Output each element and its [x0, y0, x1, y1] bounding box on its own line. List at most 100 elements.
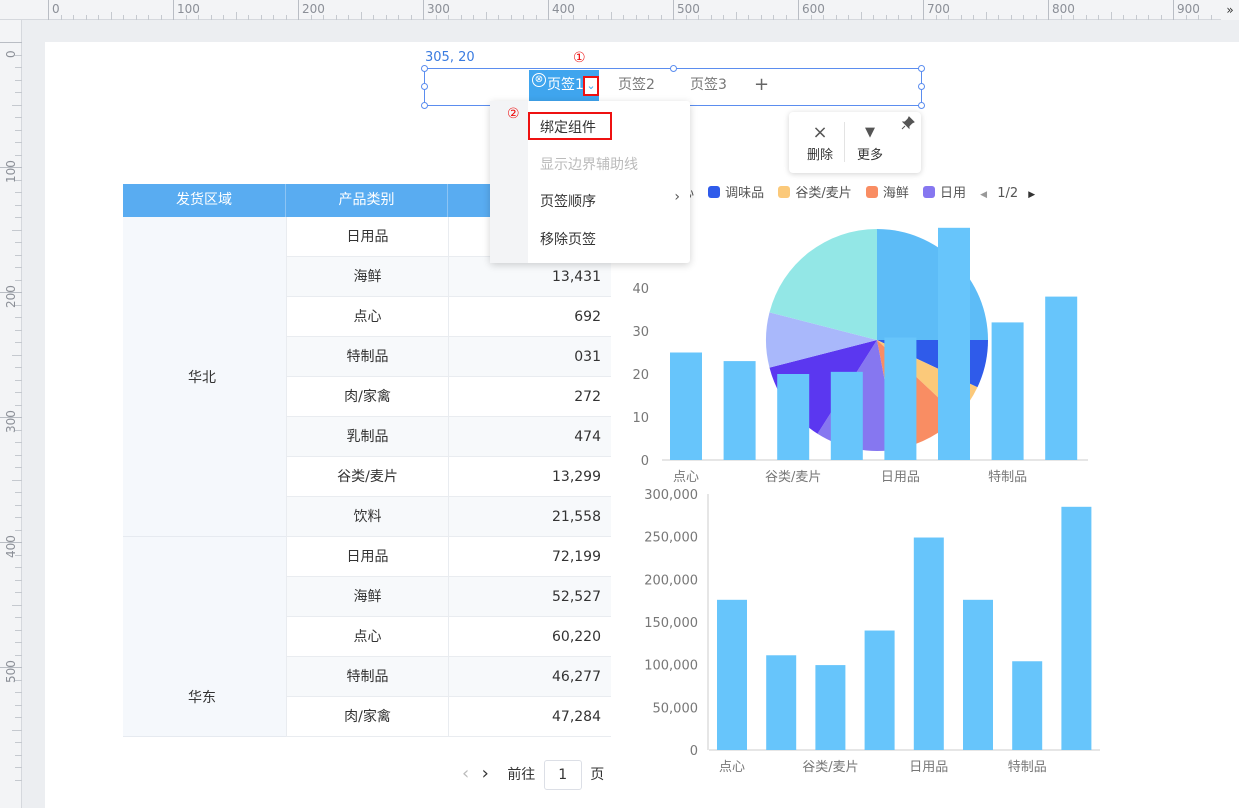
category-cell[interactable]: 谷类/麦片 — [286, 457, 448, 497]
category-cell[interactable]: 日用品 — [286, 537, 448, 577]
value-cell[interactable]: 13,431 — [448, 257, 611, 297]
callout-2: ② — [507, 106, 520, 122]
value-cell[interactable]: 13,299 — [448, 457, 611, 497]
value-cell[interactable]: 52,527 — [448, 577, 611, 617]
x-tick-label: 谷类/麦片 — [765, 470, 821, 485]
bar — [864, 630, 895, 750]
legend-item-3[interactable]: 海鲜 — [865, 182, 909, 201]
close-icon: × — [812, 122, 828, 143]
value-cell[interactable]: 031 — [448, 337, 611, 377]
chart-legend: 点心 调味品 谷类/麦片 海鲜 日用 ◀ 1/2 ▶ — [668, 182, 1035, 201]
prev-page-icon[interactable]: ‹ — [462, 763, 469, 784]
value-cell[interactable]: 47,284 — [448, 697, 611, 737]
page-suffix: 页 — [590, 767, 605, 783]
region-cell[interactable]: 华北 — [123, 217, 286, 537]
menu-remove-tab[interactable]: 移除页签 — [540, 229, 596, 249]
delete-label: 删除 — [806, 148, 833, 163]
region-label: 华北 — [188, 370, 216, 386]
tab-dropdown-icon[interactable]: ⌄ — [583, 76, 599, 96]
bar — [963, 599, 993, 750]
legend-swatch — [708, 186, 721, 198]
bar — [723, 361, 756, 460]
tab-2[interactable]: 页签2 — [618, 70, 655, 101]
category-cell[interactable]: 日用品 — [286, 217, 448, 257]
page-input[interactable]: 1 — [543, 760, 582, 790]
position-readout: 305, 20 — [425, 50, 475, 65]
y-tick-label: 20 — [632, 368, 649, 383]
bar — [991, 322, 1024, 460]
category-cell[interactable]: 特制品 — [286, 657, 448, 697]
bar — [766, 655, 797, 750]
bar — [830, 371, 863, 460]
bar — [938, 227, 970, 460]
resize-handle[interactable] — [421, 65, 428, 72]
value-cell[interactable]: 46,277 — [448, 657, 611, 697]
category-cell[interactable]: 海鲜 — [286, 577, 448, 617]
legend-next-icon[interactable]: ▶ — [1028, 190, 1035, 200]
category-cell[interactable]: 点心 — [286, 297, 448, 337]
legend-prev-icon[interactable]: ◀ — [980, 190, 987, 200]
legend-item-4[interactable]: 日用 — [923, 182, 966, 201]
y-tick-label: 100,000 — [644, 659, 698, 674]
bar — [717, 599, 747, 750]
bar — [1012, 661, 1043, 750]
pin-icon[interactable] — [901, 116, 915, 134]
goto-label: 前往 — [507, 767, 536, 783]
header-category[interactable]: 产品类别 — [286, 184, 448, 217]
category-cell[interactable]: 乳制品 — [286, 417, 448, 457]
resize-handle[interactable] — [918, 65, 925, 72]
menu-gutter — [490, 101, 528, 263]
category-cell[interactable]: 特制品 — [286, 337, 448, 377]
resize-handle[interactable] — [421, 83, 428, 90]
category-cell[interactable]: 点心 — [286, 617, 448, 657]
chevron-right-icon: › — [674, 189, 680, 205]
legend-swatch — [778, 186, 791, 198]
resize-handle[interactable] — [918, 83, 925, 90]
value-cell[interactable]: 60,220 — [448, 617, 611, 657]
resize-handle[interactable] — [421, 102, 428, 109]
tab-close-icon[interactable]: ⊗ — [532, 73, 546, 87]
value-cell[interactable]: 72,199 — [448, 537, 611, 577]
category-cell[interactable]: 肉/家禽 — [286, 697, 448, 737]
next-page-icon[interactable]: › — [482, 763, 489, 784]
bar — [777, 374, 810, 460]
category-cell[interactable]: 肉/家禽 — [286, 377, 448, 417]
category-cell[interactable]: 饮料 — [286, 497, 448, 537]
add-tab-icon[interactable]: + — [754, 74, 769, 95]
menu-tab-order[interactable]: 页签顺序 — [540, 191, 596, 211]
bar — [913, 537, 944, 750]
x-tick-label: 日用品 — [909, 760, 948, 775]
value-cell[interactable]: 474 — [448, 417, 611, 457]
caret-down-icon: ▼ — [865, 125, 875, 140]
value-cell[interactable]: 272 — [448, 377, 611, 417]
legend-swatch — [865, 186, 878, 198]
y-tick-label: 0 — [641, 454, 649, 469]
y-tick-label: 200,000 — [644, 573, 698, 588]
y-tick-label: 300,000 — [644, 488, 698, 503]
legend-swatch — [923, 186, 935, 198]
region-label: 华东 — [188, 690, 216, 706]
resize-handle[interactable] — [670, 65, 677, 72]
category-cell[interactable]: 海鲜 — [286, 257, 448, 297]
menu-show-boundary[interactable]: 显示边界辅助线 — [540, 154, 638, 174]
bar — [815, 665, 846, 750]
value-cell[interactable]: 692 — [448, 297, 611, 337]
value-cell[interactable]: 21,558 — [448, 497, 611, 537]
callout-1: ① — [573, 50, 586, 66]
legend-item-2[interactable]: 谷类/麦片 — [778, 182, 852, 201]
legend-item-1[interactable]: 调味品 — [708, 182, 764, 201]
bar — [670, 352, 702, 460]
y-tick-label: 250,000 — [644, 531, 698, 546]
y-tick-label: 40 — [632, 282, 649, 297]
region-cell[interactable]: 华东 — [123, 537, 286, 737]
tab-context-menu: 绑定组件 显示边界辅助线 页签顺序 › 移除页签 — [490, 101, 690, 263]
floating-toolbar: × 删除 ▼ 更多 — [789, 112, 921, 173]
delete-button[interactable]: × 删除 — [795, 122, 845, 163]
bar — [1045, 296, 1078, 460]
legend-page-info: 1/2 — [997, 186, 1019, 201]
tab-3[interactable]: 页签3 — [690, 70, 727, 101]
resize-handle[interactable] — [918, 102, 925, 109]
more-button[interactable]: ▼ 更多 — [845, 122, 895, 163]
header-region[interactable]: 发货区域 — [123, 184, 286, 217]
x-tick-label: 日用品 — [881, 470, 920, 485]
